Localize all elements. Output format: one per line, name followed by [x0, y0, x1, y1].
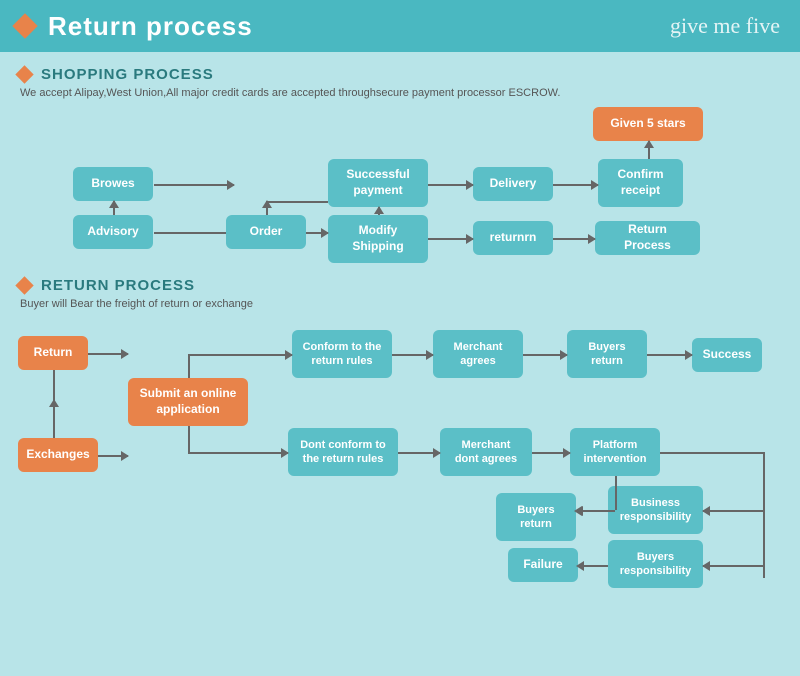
- shopping-section-title: SHOPPING PROCESS: [41, 66, 214, 83]
- line-submit-down: [188, 426, 190, 452]
- arrow-ms-to-returnrn: [428, 238, 473, 240]
- shopping-description: We accept Alipay,West Union,All major cr…: [20, 87, 782, 99]
- box-buyers-responsibility: Buyers responsibility: [608, 540, 703, 588]
- box-conform-return-rules: Conform to the return rules: [292, 330, 392, 378]
- page-title: Return process: [48, 11, 253, 42]
- box-success: Success: [692, 338, 762, 372]
- arrow-conform-to-ma: [392, 354, 433, 356]
- arrow-sp-to-delivery: [428, 184, 473, 186]
- header: Return process give me five: [0, 0, 800, 52]
- arrow-br-to-success: [647, 354, 692, 356]
- header-diamond-icon: [12, 13, 37, 38]
- line-right-down-from-pi: [763, 452, 765, 498]
- arrowhead-biz-failure: [576, 561, 584, 571]
- box-given-5-stars: Given 5 stars: [593, 107, 703, 141]
- box-exchanges: Exchanges: [18, 438, 98, 472]
- box-confirm-receipt: Confirm receipt: [598, 159, 683, 207]
- logo-text: give me five: [670, 13, 780, 39]
- arrow-advisory-up: [113, 201, 115, 215]
- box-browes: Browes: [73, 167, 153, 201]
- return-description: Buyer will Bear the freight of return or…: [20, 298, 782, 310]
- line-return-down: [53, 370, 55, 400]
- line-order-to-sp: [266, 201, 328, 203]
- arrow-right-v-to-bres: [703, 565, 763, 567]
- return-section-title: RETURN PROCESS: [41, 277, 195, 294]
- arrow-exchanges-to-submit: [98, 455, 128, 457]
- box-delivery: Delivery: [473, 167, 553, 201]
- shopping-diamond-icon: [15, 65, 33, 83]
- arrow-returnrn-to-rp: [553, 238, 595, 240]
- line-right-side-v: [763, 498, 765, 578]
- arrow-ma-to-br: [523, 354, 567, 356]
- content-area: SHOPPING PROCESS We accept Alipay,West U…: [0, 52, 800, 676]
- arrow-mda-to-pi: [532, 452, 570, 454]
- arrow-delivery-to-cr: [553, 184, 598, 186]
- arrow-order-up: [266, 201, 268, 215]
- box-buyers-return-1: Buyers return: [567, 330, 647, 378]
- arrow-exchanges-up: [53, 400, 55, 402]
- line-advisory-order: [154, 232, 226, 234]
- return-flow: Return Exchanges Submit an online applic…: [18, 318, 782, 608]
- box-buyers-return-2: Buyers return: [496, 493, 576, 541]
- arrow-right-v-to-biz: [703, 510, 763, 512]
- arrow-submit-to-dontconform: [188, 452, 288, 454]
- box-dont-conform-return-rules: Dont conform to the return rules: [288, 428, 398, 476]
- arrow-browes-to-sp: [154, 184, 234, 186]
- box-failure: Failure: [508, 548, 578, 582]
- box-return: Return: [18, 336, 88, 370]
- line-pi-right: [660, 452, 763, 454]
- box-successful-payment: Successful payment: [328, 159, 428, 207]
- box-returnrn: returnrn: [473, 221, 553, 255]
- box-platform-intervention: Platform intervention: [570, 428, 660, 476]
- arrow-dc-to-mda: [398, 452, 440, 454]
- arrowhead-biz-left: [574, 506, 582, 516]
- return-section-header: RETURN PROCESS: [18, 277, 782, 294]
- box-order: Order: [226, 215, 306, 249]
- arrow-order-to-ms: [306, 232, 328, 234]
- arrow-ms-to-sp: [378, 207, 380, 215]
- return-diamond-icon: [15, 276, 33, 294]
- arrow-submit-to-conform: [188, 354, 292, 356]
- box-submit-online: Submit an online application: [128, 378, 248, 426]
- shopping-section-header: SHOPPING PROCESS: [18, 66, 782, 83]
- box-advisory: Advisory: [73, 215, 153, 249]
- box-merchant-dont-agrees: Merchant dont agrees: [440, 428, 532, 476]
- box-return-process: Return Process: [595, 221, 700, 255]
- line-pi-down: [615, 476, 617, 510]
- box-business-responsibility: Business responsibility: [608, 486, 703, 534]
- arrow-return-to-submit: [88, 353, 128, 355]
- shopping-flow: Given 5 stars Browes Successful payment …: [18, 107, 782, 277]
- line-submit-up: [188, 354, 190, 378]
- box-modify-shipping: Modify Shipping: [328, 215, 428, 263]
- box-merchant-agrees: Merchant agrees: [433, 330, 523, 378]
